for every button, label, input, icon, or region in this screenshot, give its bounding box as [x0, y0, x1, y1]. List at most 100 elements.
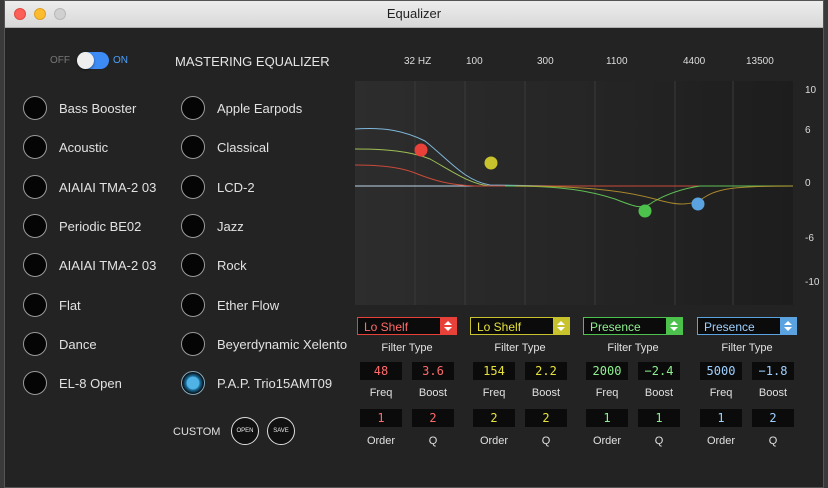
freq-label-32: 32 HZ	[404, 56, 432, 67]
db-label-neg10: -10	[805, 277, 820, 288]
q-label: Q	[654, 435, 664, 447]
filter-type-select[interactable]: Presence	[697, 317, 797, 335]
filter-type-select[interactable]: Presence	[583, 317, 683, 335]
order-label: Order	[706, 435, 736, 447]
open-button[interactable]: OPEN	[231, 417, 259, 445]
graph-background	[355, 81, 793, 305]
select-arrow-icon[interactable]	[780, 318, 796, 334]
preset-label: AIAIAI TMA-2 03	[59, 258, 157, 274]
custom-label: CUSTOM	[173, 426, 221, 438]
boost-label: Boost	[418, 387, 448, 399]
preset-label: Jazz	[217, 218, 244, 234]
toggle-knob[interactable]	[77, 52, 94, 69]
freq-label: Freq	[709, 387, 733, 399]
preset-radio[interactable]	[181, 292, 205, 317]
toggle-on-label: ON	[113, 55, 128, 66]
order-label: Order	[479, 435, 509, 447]
select-arrow-icon[interactable]	[553, 318, 569, 334]
filter-type-label: Filter Type	[381, 342, 433, 354]
boost-field[interactable]: 2.2	[525, 362, 567, 380]
preset-radio[interactable]	[23, 174, 47, 199]
order-field[interactable]: 1	[360, 409, 402, 427]
preset-label: P.A.P. Trio15AMT09	[217, 376, 333, 392]
q-field[interactable]: 2	[412, 409, 454, 427]
band-4-handle[interactable]	[691, 197, 705, 211]
freq-label-13500: 13500	[746, 56, 774, 67]
save-button[interactable]: SAVE	[267, 417, 295, 445]
db-label-0: 0	[805, 178, 811, 189]
preset-label: AIAIAI TMA-2 03	[59, 179, 157, 195]
preset-radio[interactable]	[23, 292, 47, 317]
boost-label: Boost	[531, 387, 561, 399]
preset-radio[interactable]	[181, 174, 205, 199]
band-2-handle[interactable]	[484, 156, 498, 170]
freq-field[interactable]: 154	[473, 362, 515, 380]
boost-label: Boost	[758, 387, 788, 399]
preset-label: Classical	[217, 140, 270, 156]
freq-field[interactable]: 2000	[586, 362, 628, 380]
preset-radio[interactable]	[23, 253, 47, 278]
preset-label: EL-8 Open	[59, 376, 122, 392]
freq-label-100: 100	[466, 56, 483, 67]
order-label: Order	[592, 435, 622, 447]
preset-label: Ether Flow	[217, 297, 280, 313]
preset-label: Apple Earpods	[217, 101, 303, 116]
q-field[interactable]: 2	[525, 409, 567, 427]
window-title: Equalizer	[386, 6, 442, 21]
preset-radio[interactable]	[181, 371, 205, 396]
preset-radio[interactable]	[181, 96, 205, 120]
band-1-handle[interactable]	[414, 143, 428, 157]
filter-type-select[interactable]: Lo Shelf	[357, 317, 457, 335]
q-field[interactable]: 1	[638, 409, 680, 427]
boost-field[interactable]: −1.8	[752, 362, 794, 380]
preset-label: Flat	[59, 297, 81, 313]
select-arrow-icon[interactable]	[440, 318, 456, 334]
select-arrow-icon[interactable]	[666, 318, 682, 334]
order-field[interactable]: 1	[700, 409, 742, 427]
preset-radio[interactable]	[181, 331, 205, 356]
order-field[interactable]: 1	[586, 409, 628, 427]
preset-label: Periodic BE02	[59, 218, 142, 234]
toggle-off-label: OFF	[50, 55, 70, 66]
preset-radio[interactable]	[181, 135, 205, 160]
preset-label: Bass Booster	[59, 101, 137, 116]
preset-radio[interactable]	[23, 371, 47, 396]
freq-field[interactable]: 48	[360, 362, 402, 380]
filter-type-label: Filter Type	[494, 342, 546, 354]
q-field[interactable]: 2	[752, 409, 794, 427]
preset-radio[interactable]	[23, 96, 47, 120]
q-label: Q	[428, 435, 438, 447]
freq-label-1100: 1100	[606, 56, 628, 67]
preset-radio[interactable]	[23, 213, 47, 238]
freq-label: Freq	[595, 387, 619, 399]
preset-radio[interactable]	[181, 213, 205, 238]
preset-label: Rock	[217, 258, 247, 274]
freq-label: Freq	[369, 387, 393, 399]
eq-response-graph[interactable]	[355, 81, 793, 305]
boost-label: Boost	[644, 387, 674, 399]
order-label: Order	[366, 435, 396, 447]
boost-field[interactable]: 3.6	[412, 362, 454, 380]
filter-type-value: Lo Shelf	[364, 320, 409, 334]
preset-label: Beyerdynamic Xelento	[217, 336, 348, 352]
filter-type-label: Filter Type	[721, 342, 773, 354]
page-title: MASTERING EQUALIZER	[175, 54, 330, 69]
filter-type-value: Presence	[590, 320, 641, 334]
freq-label: Freq	[482, 387, 506, 399]
order-field[interactable]: 2	[473, 409, 515, 427]
freq-field[interactable]: 5000	[700, 362, 742, 380]
db-label-neg6: -6	[805, 233, 814, 244]
db-label-6: 6	[805, 125, 811, 136]
filter-type-select[interactable]: Lo Shelf	[470, 317, 570, 335]
preset-radio[interactable]	[23, 135, 47, 160]
db-label-10: 10	[805, 85, 817, 96]
q-label: Q	[541, 435, 551, 447]
preset-radio[interactable]	[23, 331, 47, 356]
freq-label-4400: 4400	[683, 56, 706, 67]
title-bar: Equalizer	[5, 1, 823, 28]
boost-field[interactable]: −2.4	[638, 362, 680, 380]
freq-label-300: 300	[537, 56, 554, 67]
band-3-handle[interactable]	[638, 204, 652, 218]
preset-radio[interactable]	[181, 253, 205, 278]
q-label: Q	[768, 435, 778, 447]
